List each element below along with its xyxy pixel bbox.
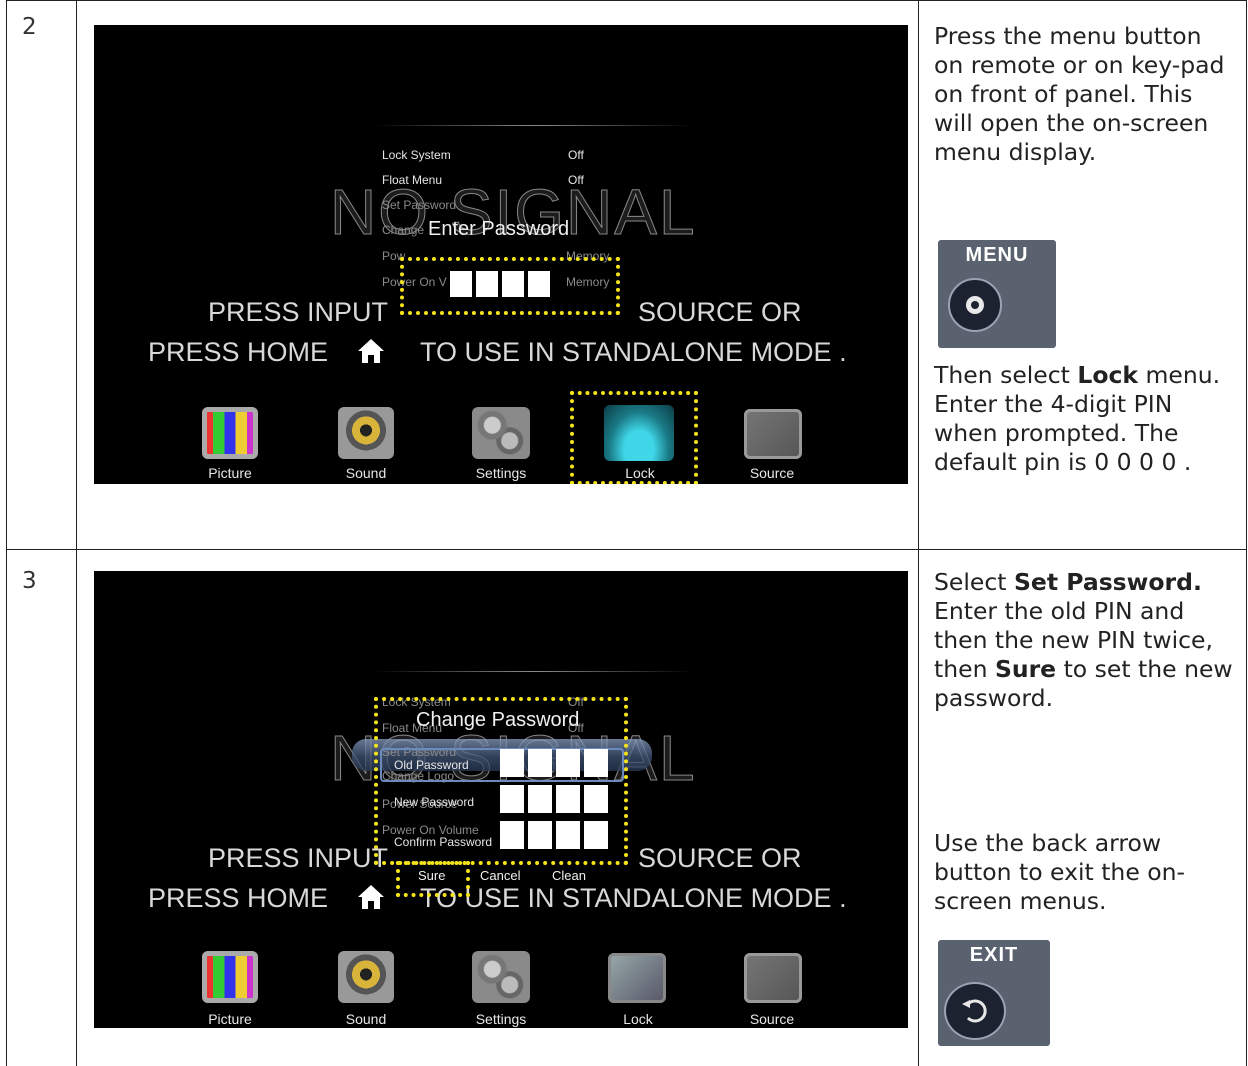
standalone-text: TO USE IN STANDALONE MODE . bbox=[420, 337, 847, 367]
highlight-pin-entry bbox=[400, 257, 620, 315]
instructions-step-3-b: Use the back arrow button to exit the on… bbox=[934, 829, 1240, 916]
menu-top-line bbox=[374, 671, 694, 672]
cancel-button[interactable]: Cancel bbox=[480, 868, 520, 883]
settings-icon[interactable] bbox=[472, 951, 530, 1003]
table-top-border bbox=[6, 0, 1246, 1]
settings-icon[interactable] bbox=[472, 407, 530, 459]
instruction-text: Select bbox=[934, 568, 1014, 596]
picture-icon[interactable] bbox=[202, 951, 258, 1003]
menu-button-image: MENU bbox=[938, 240, 1056, 348]
highlight-lock-icon bbox=[570, 391, 698, 484]
menu-item-float-menu[interactable]: Float Menu bbox=[382, 173, 442, 187]
clean-button[interactable]: Clean bbox=[552, 868, 586, 883]
exit-button-label: EXIT bbox=[969, 944, 1019, 966]
home-icon bbox=[356, 883, 386, 911]
instructions-step-3: Select Set Password. Enter the old PIN a… bbox=[934, 568, 1240, 713]
highlight-password-dialog bbox=[374, 697, 628, 865]
table-right-border bbox=[1246, 0, 1247, 1066]
instruction-text: Then select bbox=[934, 361, 1078, 389]
menu-item-set-password[interactable]: Set Password bbox=[382, 198, 456, 212]
icon-label-picture: Picture bbox=[208, 465, 252, 481]
instruction-paragraph: Use the back arrow button to exit the on… bbox=[934, 829, 1185, 915]
instruction-bold: Sure bbox=[994, 655, 1057, 683]
menu-item-lock-system[interactable]: Lock System bbox=[382, 148, 451, 162]
lock-icon[interactable] bbox=[608, 953, 666, 1003]
standalone-text: TO USE IN STANDALONE MODE . bbox=[420, 883, 847, 913]
highlight-sure-button bbox=[396, 861, 470, 897]
icon-label-source: Source bbox=[749, 1011, 795, 1027]
tv-screenshot-lock-menu: NO SIGNAL Lock System Off Float Menu Off… bbox=[94, 25, 908, 484]
menu-top-line bbox=[374, 125, 694, 126]
step-number: 2 bbox=[22, 14, 37, 40]
instruction-bold: Set Password. bbox=[1013, 568, 1202, 596]
menu-button-label: MENU bbox=[965, 244, 1029, 266]
icon-label-settings: Settings bbox=[475, 1011, 527, 1027]
dialog-title: Enter Password bbox=[428, 218, 570, 240]
table-row-divider bbox=[6, 549, 1246, 550]
gear-icon bbox=[948, 278, 1002, 332]
press-input-text: PRESS INPUT bbox=[208, 297, 389, 327]
source-icon[interactable] bbox=[744, 953, 802, 1003]
home-icon bbox=[356, 337, 386, 365]
menu-value-lock-system: Off bbox=[568, 148, 584, 162]
instructions-step-2: Press the menu button on remote or on ke… bbox=[934, 22, 1234, 167]
sound-icon[interactable] bbox=[338, 951, 394, 1003]
press-home-text: PRESS HOME bbox=[148, 883, 329, 913]
step-number: 3 bbox=[22, 568, 37, 594]
exit-button-image: EXIT bbox=[938, 940, 1050, 1046]
back-arrow-icon bbox=[944, 982, 1006, 1040]
table-col1-border bbox=[76, 0, 77, 1066]
instruction-paragraph: Press the menu button on remote or on ke… bbox=[934, 22, 1225, 166]
menu-item-change[interactable]: Change bbox=[382, 223, 424, 237]
icon-label-settings: Settings bbox=[475, 465, 527, 481]
icon-label-lock: Lock bbox=[623, 1011, 653, 1027]
source-icon[interactable] bbox=[744, 409, 802, 459]
tv-screenshot-change-password: NO SIGNAL Lock System Off Float Menu Off… bbox=[94, 571, 908, 1028]
source-or-text: SOURCE OR bbox=[638, 297, 802, 327]
icon-label-picture: Picture bbox=[208, 1011, 252, 1027]
source-or-text: SOURCE OR bbox=[638, 843, 802, 873]
sound-icon[interactable] bbox=[338, 407, 394, 459]
icon-label-source: Source bbox=[749, 465, 795, 481]
table-left-border bbox=[6, 0, 7, 1066]
icon-label-sound: Sound bbox=[345, 465, 387, 481]
press-input-text: PRESS INPUT bbox=[208, 843, 389, 873]
press-home-text: PRESS HOME bbox=[148, 337, 329, 367]
table-col2-border bbox=[918, 0, 919, 1066]
menu-value-float-menu: Off bbox=[568, 173, 584, 187]
instruction-bold: Lock bbox=[1077, 361, 1139, 389]
picture-icon[interactable] bbox=[202, 407, 258, 459]
instructions-step-2-b: Then select Lock menu. Enter the 4-digit… bbox=[934, 361, 1240, 477]
icon-label-sound: Sound bbox=[345, 1011, 387, 1027]
